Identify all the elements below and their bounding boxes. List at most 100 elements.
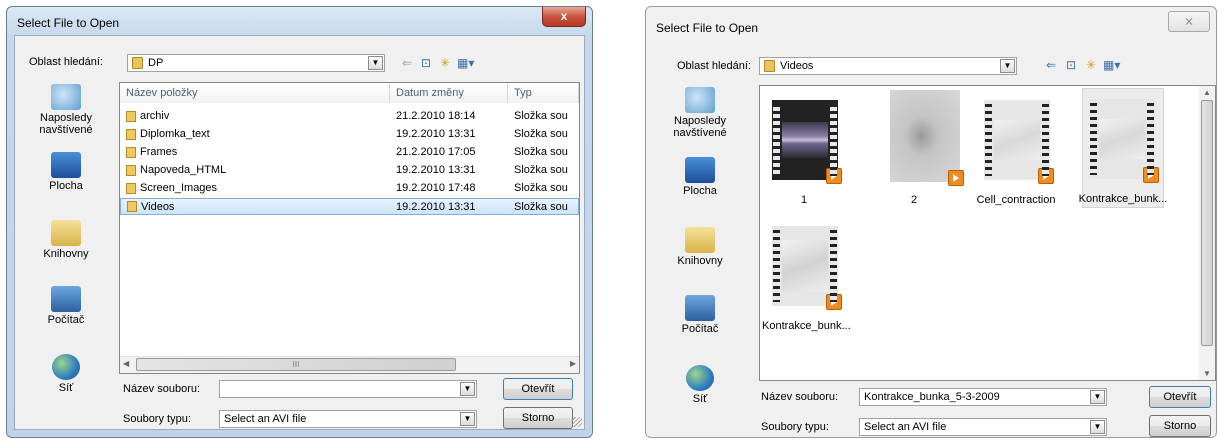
vertical-scrollbar[interactable]: ▲ ▼ [1199, 86, 1215, 380]
filename-input[interactable]: Kontrakce_bunka_5-3-2009 ▼ [859, 388, 1107, 406]
place-label: Počítač [47, 314, 85, 326]
place-label: Počítač [681, 323, 719, 335]
row-name: Screen_Images [140, 182, 218, 194]
filetype-select[interactable]: Select an AVI file ▼ [859, 418, 1107, 436]
desktop-icon [51, 152, 81, 178]
chevron-down-icon[interactable]: ▼ [1000, 59, 1015, 73]
video-thumbnail[interactable]: 2 [876, 90, 964, 208]
title-bar[interactable]: Select File to Open x [7, 7, 592, 35]
thumbnail-label: Kontrakce_bunk... [1078, 193, 1168, 205]
table-row[interactable]: Screen_Images 19.2.2010 17:48 Složka sou [120, 180, 579, 197]
look-in-label: Oblast hledání: [677, 60, 751, 72]
row-name: Videos [141, 201, 175, 213]
folder-icon [126, 183, 136, 194]
open-file-dialog-list-view: Select File to Open x Oblast hledání: DP… [6, 6, 593, 438]
look-in-value: Videos [780, 60, 814, 72]
video-thumbnail[interactable]: Cell_contraction [977, 90, 1055, 208]
scroll-left-icon[interactable]: ◀ [123, 359, 129, 368]
place-libraries[interactable]: Knihovny [17, 220, 115, 260]
network-icon [52, 354, 80, 380]
dialog-title: Select File to Open [17, 16, 120, 30]
column-header-date[interactable]: Datum změny [390, 83, 508, 103]
open-button[interactable]: Otevřít [1149, 386, 1211, 408]
filetype-label: Soubory typu: [761, 421, 829, 433]
chevron-down-icon[interactable]: ▼ [1090, 390, 1105, 404]
place-recent[interactable]: Naposledy navštívené [17, 84, 115, 136]
table-row[interactable]: Frames 21.2.2010 17:05 Složka sou [120, 144, 579, 161]
libraries-icon [685, 227, 715, 253]
horizontal-scrollbar[interactable]: ◀ III ▶ [120, 356, 579, 373]
table-row[interactable]: archiv 21.2.2010 18:14 Složka sou [120, 108, 579, 125]
column-header-name[interactable]: Název položky [120, 83, 390, 103]
view-menu-icon[interactable]: ▦▾ [1103, 57, 1120, 73]
back-arrow-icon[interactable]: ⇐ [1043, 57, 1059, 73]
play-badge-icon [948, 170, 964, 186]
scroll-down-icon[interactable]: ▼ [1203, 369, 1211, 378]
filetype-value: Select an AVI file [864, 421, 947, 433]
cancel-button[interactable]: Storno [503, 407, 573, 429]
filetype-select[interactable]: Select an AVI file ▼ [219, 410, 477, 428]
row-name: archiv [140, 110, 170, 122]
place-desktop[interactable]: Plocha [17, 152, 115, 192]
scrollbar-thumb[interactable]: III [136, 358, 456, 371]
scroll-right-icon[interactable]: ▶ [570, 359, 576, 368]
up-folder-icon[interactable]: ⊡ [1063, 57, 1079, 73]
place-libraries[interactable]: Knihovny [651, 227, 749, 267]
look-in-combo[interactable]: Videos ▼ [759, 57, 1017, 75]
video-frame-icon [890, 90, 964, 186]
row-type: Složka sou [514, 146, 568, 158]
dialog-body: Oblast hledání: DP ▼ ⇐ ⊡ ✳ ▦▾ Naposledy … [14, 35, 585, 430]
title-bar[interactable]: Select File to Open ⨯ [646, 7, 1216, 35]
filename-label: Název souboru: [761, 391, 839, 403]
video-thumbnail-selected[interactable]: Kontrakce_bunk... [1079, 88, 1167, 208]
dialog-body: Oblast hledání: Videos ▼ ⇐ ⊡ ✳ ▦▾ Naposl… [647, 37, 1216, 437]
row-date: 19.2.2010 17:48 [396, 182, 476, 194]
play-badge-icon [826, 294, 842, 310]
row-date: 19.2.2010 13:31 [396, 128, 476, 140]
column-header-type[interactable]: Typ [508, 83, 579, 103]
scrollbar-thumb[interactable] [1201, 100, 1213, 346]
video-thumbnail[interactable]: 1 [766, 90, 842, 208]
chevron-down-icon[interactable]: ▼ [460, 382, 475, 396]
place-recent[interactable]: Naposledy navštívené [651, 87, 749, 139]
places-bar: Naposledy navštívené Plocha Knihovny Poč… [17, 76, 115, 394]
place-network[interactable]: Síť [17, 354, 115, 394]
cancel-button[interactable]: Storno [1149, 415, 1211, 437]
resize-grip-icon[interactable] [572, 417, 582, 427]
place-computer[interactable]: Počítač [651, 295, 749, 335]
row-name: Napoveda_HTML [140, 164, 227, 176]
place-computer[interactable]: Počítač [17, 286, 115, 326]
chevron-down-icon[interactable]: ▼ [1090, 420, 1105, 434]
video-thumbnail[interactable]: Kontrakce_bunk... [762, 216, 851, 334]
close-button[interactable]: ⨯ [1168, 11, 1210, 32]
scroll-up-icon[interactable]: ▲ [1203, 88, 1211, 97]
place-network[interactable]: Síť [651, 365, 749, 405]
file-list[interactable]: Název položky Datum změny Typ archiv 21.… [119, 82, 580, 374]
view-menu-icon[interactable]: ▦▾ [457, 55, 474, 71]
back-arrow-icon[interactable]: ⇐ [399, 55, 415, 71]
filename-input[interactable]: ▼ [219, 380, 477, 398]
row-date: 21.2.2010 18:14 [396, 110, 476, 122]
play-badge-icon [1143, 167, 1159, 183]
table-row-selected[interactable]: Videos 19.2.2010 13:31 Složka sou [120, 198, 579, 215]
thumbnail-list[interactable]: 1 2 Cell_contraction Kontrakce_bunk... K… [759, 85, 1216, 381]
new-folder-icon[interactable]: ✳ [1083, 57, 1099, 73]
place-desktop[interactable]: Plocha [651, 157, 749, 197]
computer-icon [685, 295, 715, 321]
table-row[interactable]: Napoveda_HTML 19.2.2010 13:31 Složka sou [120, 162, 579, 179]
chevron-down-icon[interactable]: ▼ [460, 412, 475, 426]
look-in-combo[interactable]: DP ▼ [127, 54, 385, 72]
open-button[interactable]: Otevřít [503, 378, 573, 400]
new-folder-icon[interactable]: ✳ [437, 55, 453, 71]
chevron-down-icon[interactable]: ▼ [368, 56, 383, 70]
network-icon [686, 365, 714, 391]
folder-icon [132, 57, 143, 69]
frame-image [1099, 119, 1145, 159]
close-button[interactable]: x [542, 7, 586, 27]
play-badge-icon [1038, 168, 1054, 184]
up-folder-icon[interactable]: ⊡ [418, 55, 434, 71]
row-name: Diplomka_text [140, 128, 210, 140]
thumbnail-label: 2 [910, 194, 918, 206]
libraries-icon [51, 220, 81, 246]
table-row[interactable]: Diplomka_text 19.2.2010 13:31 Složka sou [120, 126, 579, 143]
